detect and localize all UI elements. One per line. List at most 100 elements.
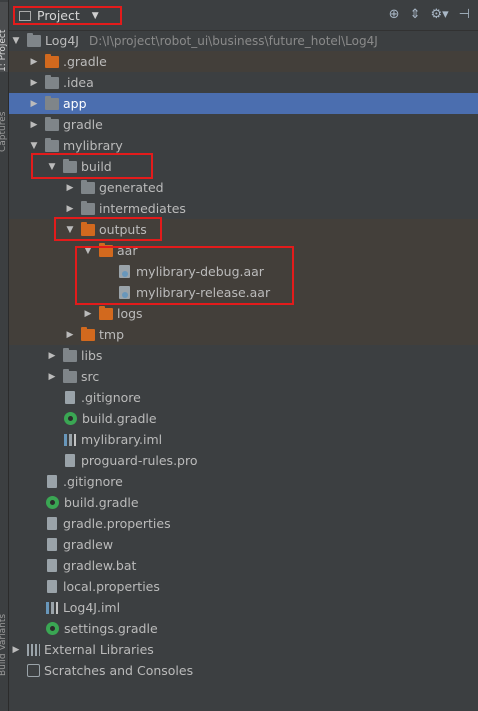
tree-item-generated[interactable]: ▶ generated [9, 177, 478, 198]
collapsed-arrow-icon[interactable]: ▶ [65, 330, 75, 340]
tree-item-mylibrary-build-gradle[interactable]: build.gradle [9, 408, 478, 429]
tree-item-label: .gradle [63, 54, 107, 69]
tree-item-local-properties[interactable]: local.properties [9, 576, 478, 597]
folder-orange-icon [45, 53, 59, 68]
tree-item-label: proguard-rules.pro [81, 453, 198, 468]
tree-item-gradlew[interactable]: gradlew [9, 534, 478, 555]
project-view-label: Project [37, 8, 80, 23]
iml-icon [46, 601, 58, 614]
iml-icon [64, 433, 76, 446]
folder-icon [45, 116, 59, 131]
tree-item-mylibrary-gitignore[interactable]: .gitignore [9, 387, 478, 408]
folder-orange-icon [81, 221, 95, 236]
collapsed-arrow-icon[interactable]: ▶ [47, 351, 57, 361]
folder-icon [63, 347, 77, 362]
tree-item-label: Scratches and Consoles [44, 663, 194, 678]
folder-orange-icon [99, 305, 113, 320]
tree-item-libs[interactable]: ▶ libs [9, 345, 478, 366]
side-tool-strip: 1: Project Captures Build Variants [0, 0, 9, 711]
expanded-arrow-icon[interactable]: ▼ [47, 162, 57, 172]
tree-item-tmp[interactable]: ▶ tmp [9, 324, 478, 345]
tree-item-label: outputs [99, 222, 147, 237]
tree-item-idea[interactable]: ▶ .idea [9, 72, 478, 93]
folder-icon [63, 368, 77, 383]
collapse-icon[interactable]: ⇕ [410, 7, 421, 22]
tree-item-label: app [63, 96, 87, 111]
tree-item-label: settings.gradle [64, 621, 158, 636]
collapsed-arrow-icon[interactable]: ▶ [65, 183, 75, 193]
collapsed-arrow-icon[interactable]: ▶ [29, 99, 39, 109]
tree-item-gradle-properties[interactable]: gradle.properties [9, 513, 478, 534]
tree-item-gradlew-bat[interactable]: gradlew.bat [9, 555, 478, 576]
tree-item-logs[interactable]: ▶ logs [9, 303, 478, 324]
tree-item-outputs[interactable]: ▼ outputs [9, 219, 478, 240]
tree-item-aar[interactable]: ▼ aar [9, 240, 478, 261]
gradle-icon [46, 496, 59, 509]
hide-icon[interactable]: ⊣ [459, 7, 470, 22]
tree-item-label: logs [117, 306, 143, 321]
expanded-arrow-icon[interactable]: ▼ [65, 225, 75, 235]
tree-item-mylibrary-iml[interactable]: mylibrary.iml [9, 429, 478, 450]
tree-item-label: src [81, 369, 100, 384]
tree-item-label: .gitignore [81, 390, 141, 405]
tree-item-mylibrary[interactable]: ▼ mylibrary [9, 135, 478, 156]
collapsed-arrow-icon[interactable]: ▶ [65, 204, 75, 214]
collapsed-arrow-icon[interactable]: ▶ [29, 57, 39, 67]
tree-item-intermediates[interactable]: ▶ intermediates [9, 198, 478, 219]
expanded-arrow-icon[interactable]: ▼ [83, 246, 93, 256]
collapsed-arrow-icon[interactable]: ▶ [29, 78, 39, 88]
globe-icon[interactable]: ⊕ [389, 7, 400, 22]
file-icon [47, 517, 57, 530]
file-icon [47, 559, 57, 572]
project-path: D:\I\project\robot_ui\business\future_ho… [88, 33, 378, 48]
gradle-icon [64, 412, 77, 425]
folder-orange-icon [99, 242, 113, 257]
expanded-arrow-icon[interactable]: ▼ [11, 36, 21, 46]
tree-item-scratches[interactable]: Scratches and Consoles [9, 660, 478, 681]
tree-item-dot-gradle[interactable]: ▶ .gradle [9, 51, 478, 72]
tree-item-app[interactable]: ▶ app [9, 93, 478, 114]
build-variants-tool-tab[interactable]: Build Variants [0, 596, 8, 676]
collapsed-arrow-icon[interactable]: ▶ [11, 645, 21, 655]
tree-item-label: gradle.properties [63, 516, 171, 531]
tree-item-mylibrary-release-aar[interactable]: mylibrary-release.aar [9, 282, 478, 303]
file-icon [65, 391, 75, 404]
library-icon [27, 643, 40, 656]
collapsed-arrow-icon[interactable]: ▶ [47, 372, 57, 382]
folder-icon [45, 95, 59, 110]
tree-item-proguard-rules[interactable]: proguard-rules.pro [9, 450, 478, 471]
tree-item-settings-gradle[interactable]: settings.gradle [9, 618, 478, 639]
project-view-selector[interactable]: Project ▼ [13, 6, 122, 25]
tree-item-label: libs [81, 348, 103, 363]
tree-item-log4j-iml[interactable]: Log4J.iml [9, 597, 478, 618]
tree-item-label: build.gradle [82, 411, 157, 426]
tree-item-label: Log4J.iml [63, 600, 121, 615]
tree-item-gradle[interactable]: ▶ gradle [9, 114, 478, 135]
tree-item-label: External Libraries [44, 642, 154, 657]
tree-item-src[interactable]: ▶ src [9, 366, 478, 387]
tree-item-build[interactable]: ▼ build [9, 156, 478, 177]
tree-item-label: intermediates [99, 201, 186, 216]
expanded-arrow-icon[interactable]: ▼ [29, 141, 39, 151]
settings-icon[interactable]: ⚙▾ [430, 7, 448, 22]
collapsed-arrow-icon[interactable]: ▶ [83, 309, 93, 319]
tree-item-label: .gitignore [63, 474, 123, 489]
captures-tool-tab[interactable]: Captures [0, 92, 8, 152]
collapsed-arrow-icon[interactable]: ▶ [29, 120, 39, 130]
aar-file-icon [119, 265, 130, 278]
file-icon [47, 475, 57, 488]
chevron-down-icon: ▼ [91, 10, 99, 21]
tree-item-log4j[interactable]: ▼ Log4J D:\I\project\robot_ui\business\f… [9, 30, 478, 51]
tree-item-label: tmp [99, 327, 125, 342]
tree-item-label: mylibrary-release.aar [136, 285, 271, 300]
tree-item-label: gradle [63, 117, 103, 132]
aar-file-icon [119, 286, 130, 299]
tree-item-build-gradle[interactable]: build.gradle [9, 492, 478, 513]
folder-icon [27, 32, 41, 47]
tree-item-label: mylibrary-debug.aar [136, 264, 264, 279]
tree-item-gitignore[interactable]: .gitignore [9, 471, 478, 492]
project-tool-tab[interactable]: 1: Project [0, 2, 8, 72]
tree-item-label: generated [99, 180, 164, 195]
tree-item-mylibrary-debug-aar[interactable]: mylibrary-debug.aar [9, 261, 478, 282]
tree-item-external-libraries[interactable]: ▶ External Libraries [9, 639, 478, 660]
